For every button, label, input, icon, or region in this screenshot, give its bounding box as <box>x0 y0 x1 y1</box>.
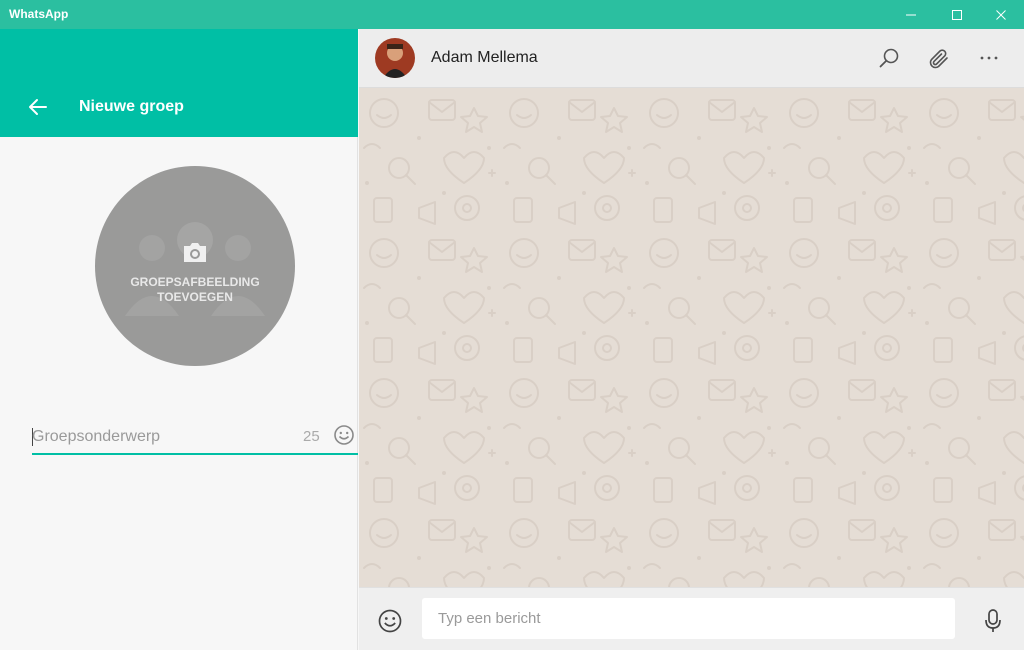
arrow-left-icon <box>29 99 47 115</box>
microphone-icon[interactable] <box>982 608 1004 634</box>
maximize-button[interactable] <box>934 0 980 29</box>
new-group-panel: Nieuwe groep GROEPSAFBEELDING TOEVOEGEN … <box>0 29 358 650</box>
maximize-icon <box>952 9 962 20</box>
group-subject-field: 25 <box>32 418 358 455</box>
new-group-header: Nieuwe groep <box>0 29 358 137</box>
close-button[interactable] <box>978 0 1024 29</box>
smiley-icon[interactable] <box>333 424 355 446</box>
close-icon <box>996 9 1006 20</box>
char-counter: 25 <box>303 428 320 445</box>
add-group-image-label: GROEPSAFBEELDING TOEVOEGEN <box>130 275 260 304</box>
group-image-picker[interactable]: GROEPSAFBEELDING TOEVOEGEN <box>95 166 295 366</box>
chat-panel: Adam Mellema <box>359 29 1024 650</box>
minimize-button[interactable] <box>888 0 934 29</box>
contact-photo-icon <box>375 38 415 78</box>
smiley-icon[interactable] <box>377 608 403 634</box>
minimize-icon <box>906 14 916 15</box>
group-silhouette-icon <box>125 222 265 316</box>
avatar[interactable] <box>375 38 415 78</box>
menu-button[interactable] <box>976 45 1002 71</box>
window-title: WhatsApp <box>9 7 69 21</box>
doodle-pattern-icon <box>359 88 1024 587</box>
contact-name[interactable]: Adam Mellema <box>431 49 538 67</box>
back-button[interactable] <box>24 93 52 121</box>
message-input[interactable] <box>422 598 955 639</box>
chat-header: Adam Mellema <box>359 29 1024 88</box>
more-horizontal-icon <box>980 56 998 60</box>
paperclip-icon <box>929 49 948 69</box>
page-title: Nieuwe groep <box>79 98 184 115</box>
camera-icon <box>184 243 206 262</box>
search-button[interactable] <box>876 45 902 71</box>
search-icon <box>879 48 899 68</box>
chat-background <box>359 88 1024 587</box>
compose-bar <box>359 587 1024 650</box>
window-titlebar: WhatsApp <box>0 0 1024 29</box>
attach-button[interactable] <box>926 45 952 71</box>
group-subject-input[interactable] <box>32 426 292 448</box>
